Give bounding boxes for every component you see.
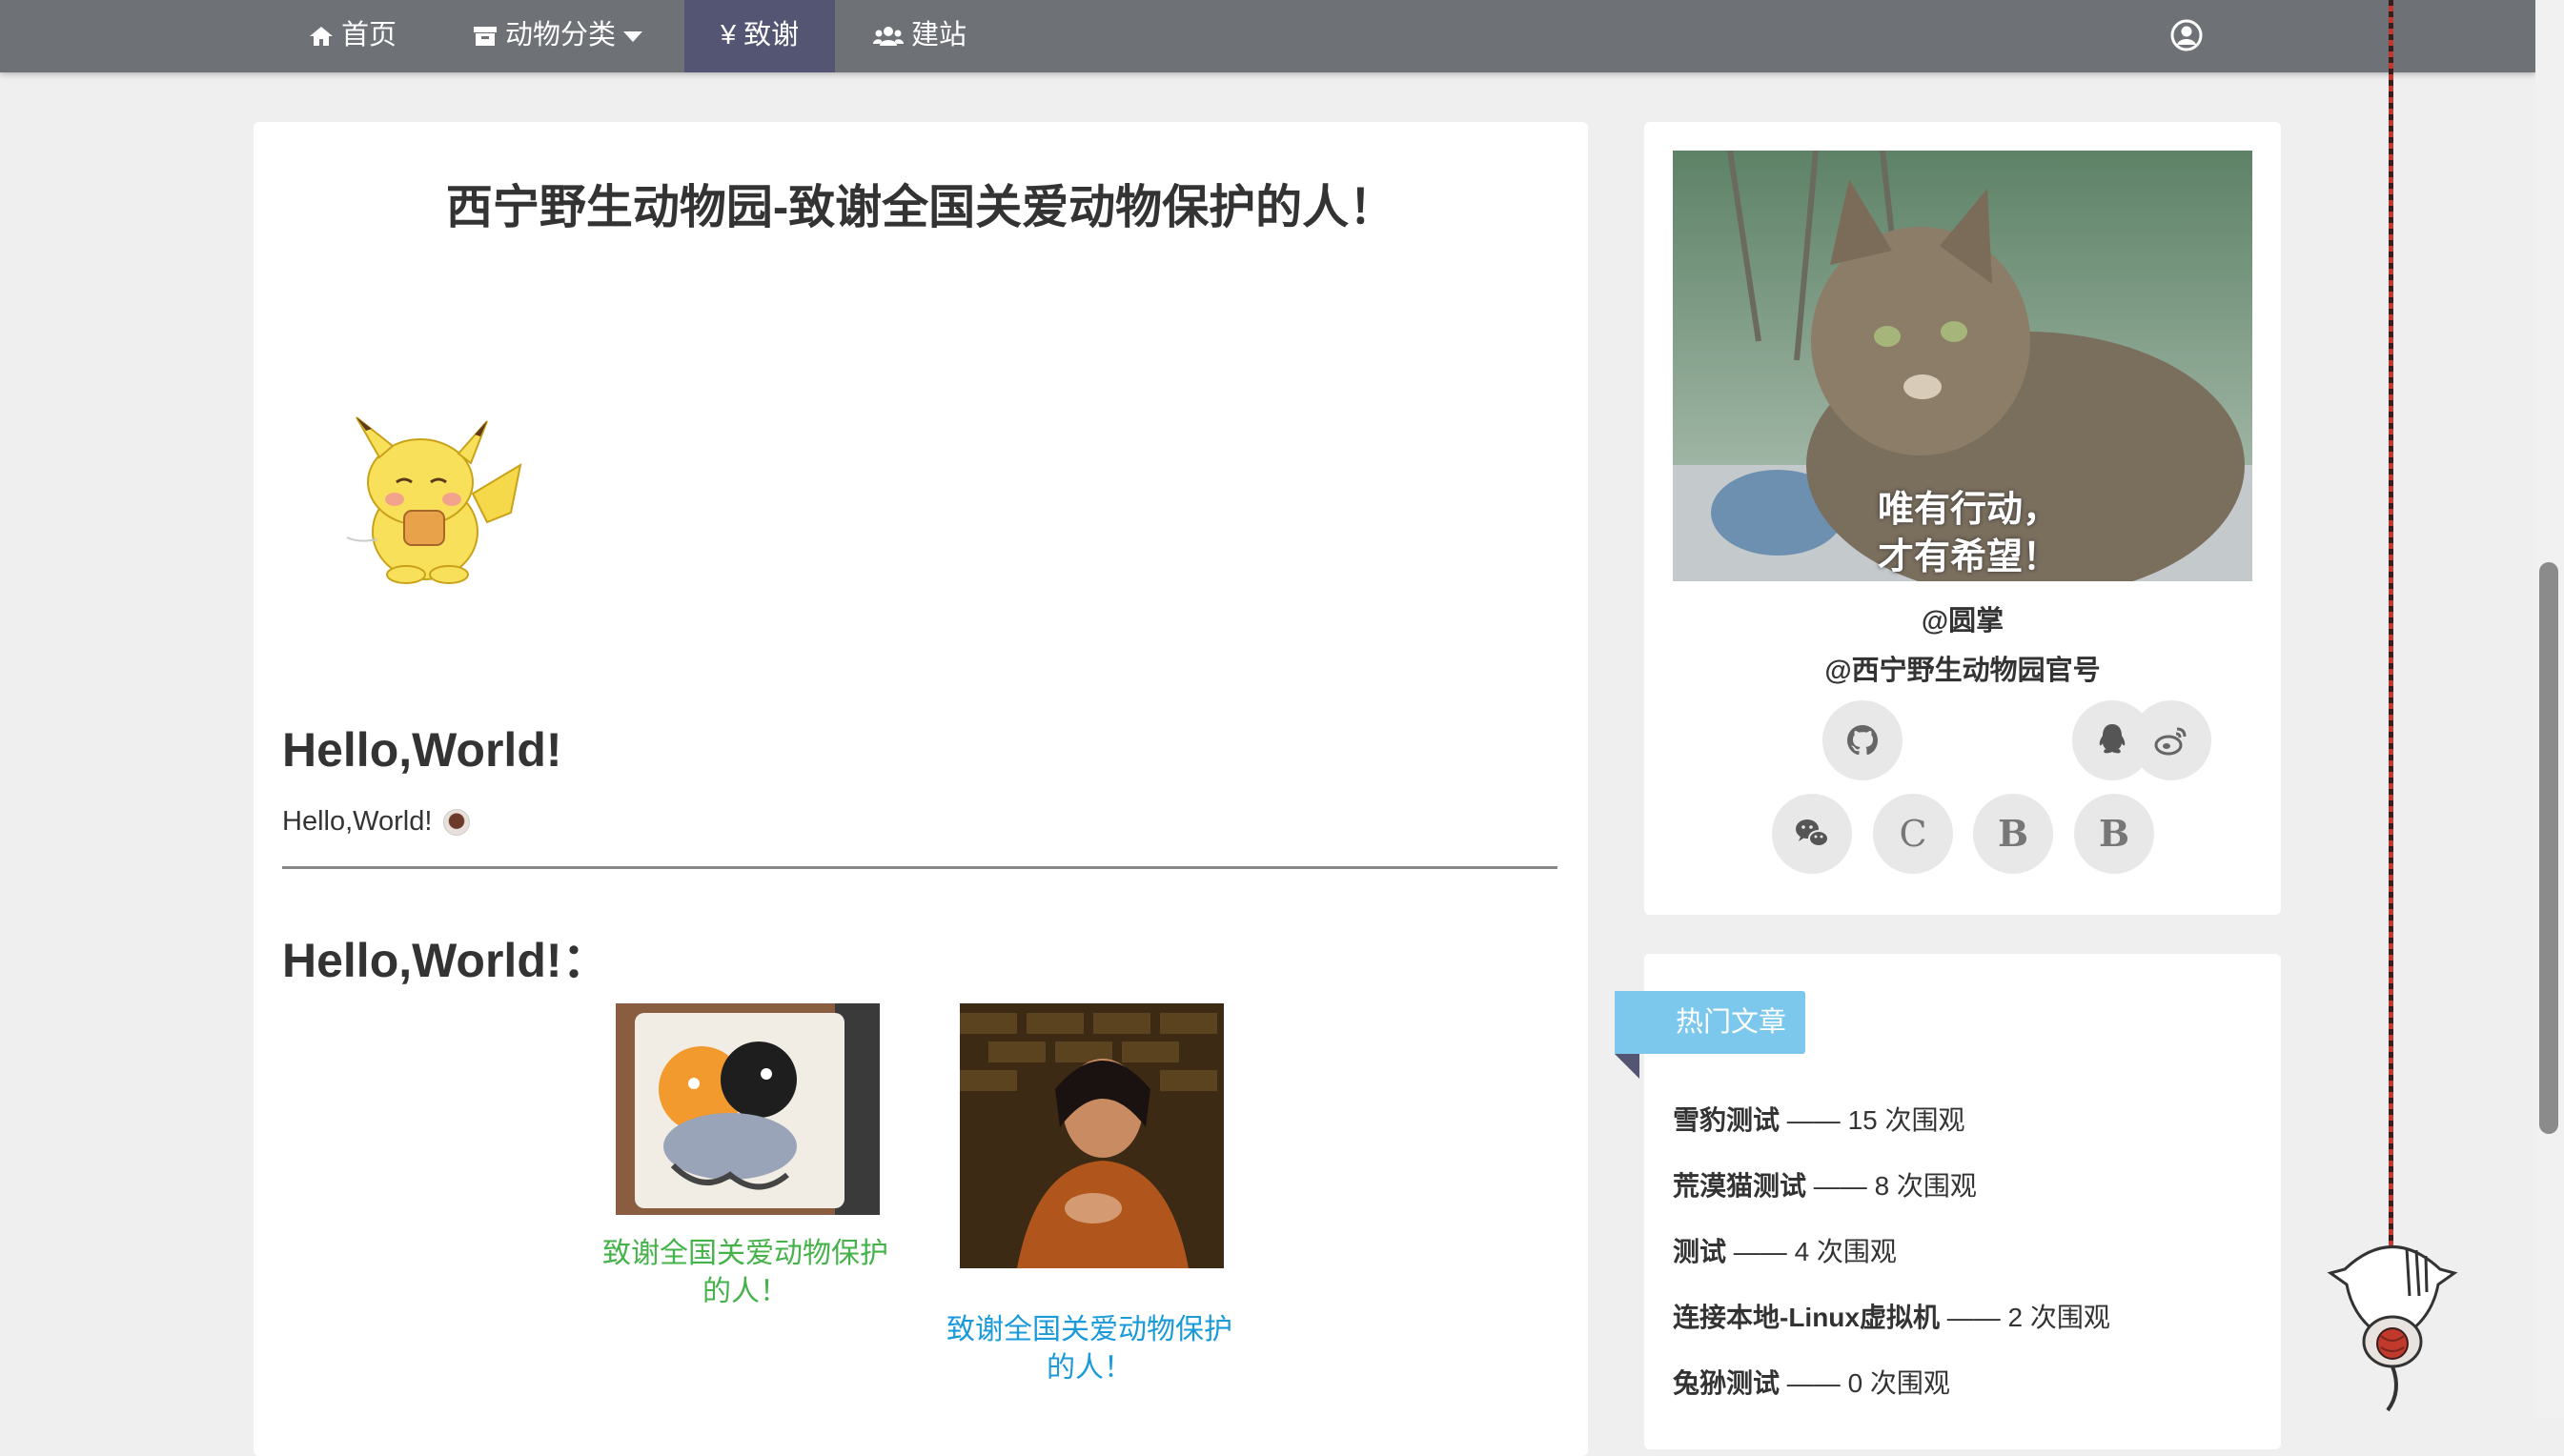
hot-post-item[interactable]: 雪豹测试 —— 15 次围观 [1673, 1100, 1965, 1138]
divider [282, 866, 1557, 869]
social-button-b2[interactable]: B [2074, 794, 2154, 874]
profile-card: 唯有行动， 才有希望！ @圆掌 @西宁野生动物园官号 C B B [1644, 122, 2281, 915]
home-icon [309, 25, 334, 48]
user-circle-icon[interactable] [2170, 19, 2203, 51]
pikachu-sticker [330, 408, 530, 589]
site-handle: @西宁野生动物园官号 [1824, 656, 2101, 686]
github-button[interactable] [1822, 700, 1903, 780]
image-caption-2[interactable]: 致谢全国关爱动物保护的人！ [946, 1311, 1232, 1387]
weibo-button[interactable] [2131, 700, 2211, 780]
article-card: 西宁野生动物园-致谢全国关爱动物保护的人！ Hello,World! Hello… [254, 122, 1588, 1456]
hot-post-item[interactable]: 连接本地-Linux虚拟机 —— 2 次围观 [1673, 1297, 2110, 1335]
paragraph-text: Hello,World! [282, 806, 433, 837]
nav-thanks[interactable]: ¥ 致谢 [684, 0, 835, 72]
wechat-button[interactable] [1772, 794, 1852, 874]
users-icon [873, 25, 904, 48]
section-heading-1: Hello,World! [282, 723, 562, 777]
social-button-b1[interactable]: B [1973, 794, 2053, 874]
github-icon [1847, 725, 1878, 755]
nav-build-label: 建站 [911, 20, 967, 51]
hot-post-item[interactable]: 荒漠猫测试 —— 8 次围观 [1673, 1165, 1977, 1203]
author-handle: @圆掌 [1921, 606, 2004, 637]
nav-home-label: 首页 [341, 20, 397, 51]
wechat-icon [1796, 819, 1829, 847]
scrollbar-thumb[interactable] [2539, 562, 2558, 1134]
nav-build[interactable]: 建站 [835, 0, 1005, 72]
chevron-down-icon [623, 30, 643, 42]
top-navbar: 首页 动物分类 ¥ 致谢 建站 [0, 0, 2535, 72]
hot-posts-title: 热门文章 [1615, 991, 1805, 1054]
ribbon-fold [1615, 1054, 1639, 1079]
back-to-top-cat[interactable] [2326, 1229, 2459, 1418]
qq-icon [2099, 724, 2126, 754]
nav-categories-label: 动物分类 [505, 20, 617, 51]
nav-categories[interactable]: 动物分类 [435, 0, 681, 72]
hot-post-item[interactable]: 兔狲测试 —— 0 次围观 [1673, 1363, 1950, 1401]
nav-thanks-label: ¥ 致谢 [721, 20, 800, 51]
portrait-image[interactable] [960, 1003, 1224, 1268]
coffee-icon [443, 809, 471, 837]
archive-icon [473, 25, 498, 48]
social-button-c[interactable]: C [1873, 794, 1953, 874]
section-heading-2: Hello,World!： [282, 934, 610, 987]
page-title: 西宁野生动物园-致谢全国关爱动物保护的人！ [445, 182, 1396, 233]
paragraph: Hello,World! [282, 806, 471, 838]
cat-photo: 唯有行动， 才有希望！ [1673, 151, 2252, 581]
hanging-rope [2389, 0, 2393, 1258]
nav-home[interactable]: 首页 [271, 0, 435, 72]
weibo-icon [2154, 727, 2187, 756]
photo-caption: 唯有行动， 才有希望！ [1877, 490, 2059, 577]
sketchbook-image[interactable] [616, 1003, 880, 1215]
image-caption-1[interactable]: 致谢全国关爱动物保护的人！ [602, 1235, 888, 1311]
hot-post-item[interactable]: 测试 —— 4 次围观 [1673, 1231, 1897, 1269]
